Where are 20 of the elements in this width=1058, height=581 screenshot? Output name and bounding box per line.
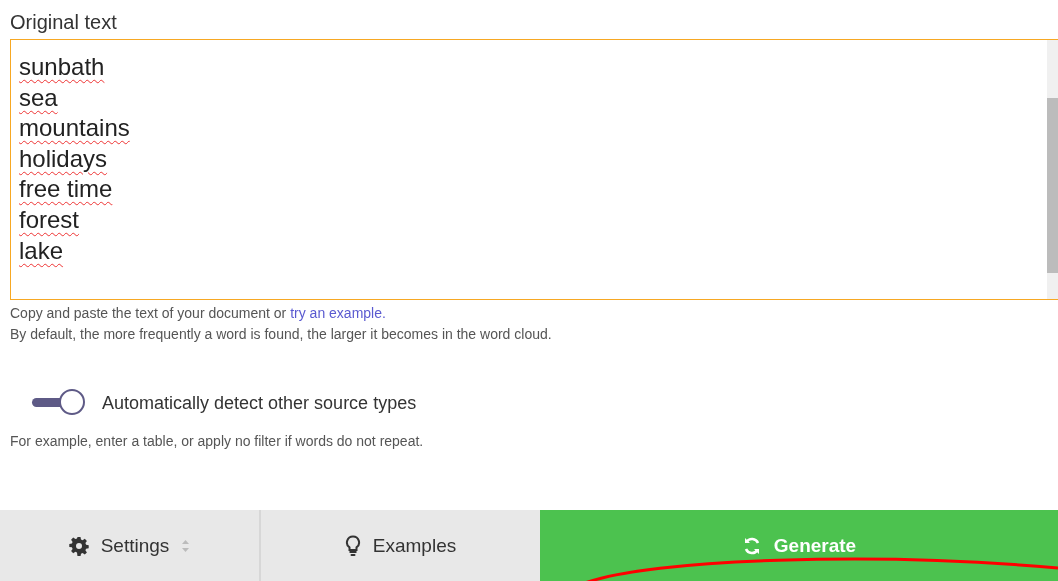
- text-line: mountains: [19, 114, 130, 142]
- hint-text: For example, enter a table, or apply no filter if words do not repeat.: [9, 433, 425, 449]
- settings-icon: [68, 535, 89, 556]
- field-label: Original text: [9, 10, 118, 35]
- settings-button[interactable]: Settings: [0, 510, 261, 581]
- text-line: sunbath: [19, 53, 105, 80]
- text-line: forest: [19, 205, 80, 233]
- text-line: lake: [19, 236, 64, 264]
- scrollbar[interactable]: [1047, 40, 1058, 299]
- help-text: Copy and paste the text of your document or try an example.: [9, 305, 387, 321]
- text-line: sea: [19, 83, 58, 111]
- text-line: holidays: [19, 144, 108, 172]
- help-text: By default, the more frequently a word is found, the larger it becomes in the word cloud.: [9, 326, 553, 342]
- sort-icon: [181, 538, 191, 553]
- toggle-label: Automatically detect other source types: [102, 392, 417, 414]
- lightbulb-icon: [344, 534, 361, 557]
- text-line: free time: [19, 175, 113, 203]
- text-area[interactable]: sunbath sea mountains holidays free time forest lake: [10, 39, 1058, 300]
- example-link[interactable]: try an example.: [290, 305, 386, 321]
- examples-button[interactable]: Examples: [261, 510, 540, 581]
